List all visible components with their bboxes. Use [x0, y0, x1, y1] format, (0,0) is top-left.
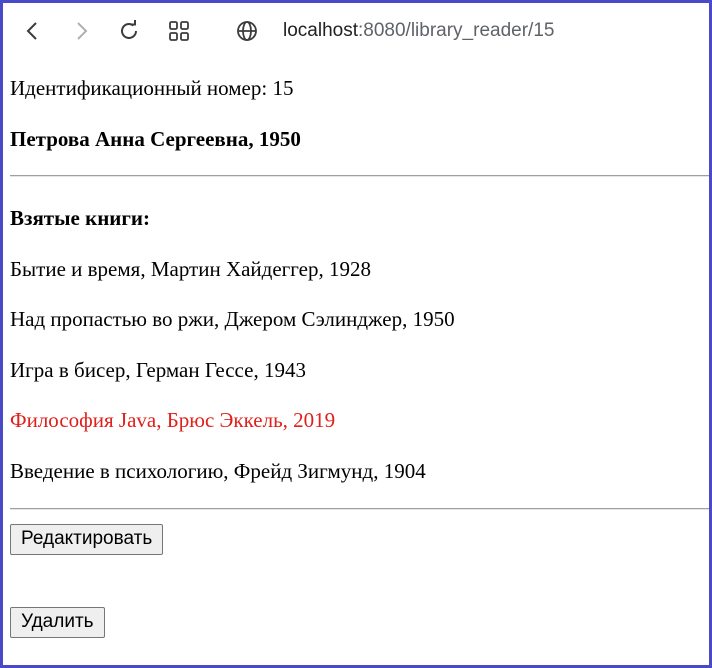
back-arrow-icon[interactable]: [21, 19, 45, 43]
book-item: Игра в бисер, Герман Гессе, 1943: [10, 358, 306, 382]
book-item-overdue: Философия Java, Брюс Эккель, 2019: [10, 408, 336, 432]
divider: [10, 175, 709, 177]
book-item: Над пропастью во ржи, Джером Сэлинджер, …: [10, 307, 455, 331]
forward-arrow-icon[interactable]: [69, 19, 93, 43]
book-item: Введение в психологию, Фрейд Зигмунд, 19…: [10, 459, 426, 483]
url-path: :8080/library_reader/15: [358, 20, 555, 41]
edit-button[interactable]: Редактировать: [10, 524, 164, 555]
browser-toolbar: localhost:8080/library_reader/15: [3, 3, 709, 59]
apps-grid-icon[interactable]: [167, 19, 191, 43]
url-host: localhost: [283, 20, 358, 41]
reload-icon[interactable]: [117, 19, 141, 43]
delete-button[interactable]: Удалить: [10, 607, 105, 638]
globe-icon: [235, 19, 259, 43]
books-heading: Взятые книги:: [10, 206, 151, 230]
reader-id: Идентификационный номер: 15: [10, 76, 294, 100]
address-bar[interactable]: localhost:8080/library_reader/15: [283, 20, 554, 42]
divider: [10, 508, 709, 510]
reader-name: Петрова Анна Сергеевна, 1950: [10, 127, 301, 151]
book-item: Бытие и время, Мартин Хайдеггер, 1928: [10, 257, 371, 281]
